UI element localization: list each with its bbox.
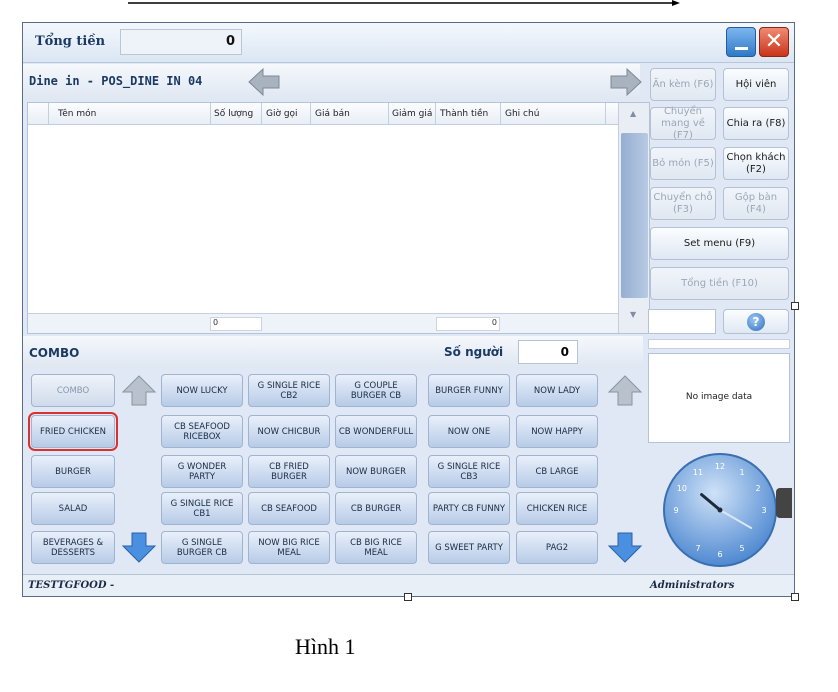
category-salad[interactable]: SALAD [31,492,115,525]
col-amount: Thành tiền [440,109,489,119]
clock-numeral: 7 [695,544,700,553]
header-bar: Tổng tiền 0 ✕ [23,23,794,63]
store-name: TESTTGFOOD - [28,580,115,591]
item-button[interactable]: NOW ONE [428,415,510,448]
item-button[interactable]: G SINGLE BURGER CB [161,531,243,564]
item-button[interactable]: BURGER FUNNY [428,374,510,407]
category-fried-chicken[interactable]: FRIED CHICKEN [28,412,118,451]
scroll-thumb[interactable] [621,133,648,298]
total-button[interactable]: Tổng tiền (F10) [650,267,789,300]
clock-numeral: 6 [717,550,722,559]
clock-numeral: 1 [739,468,744,477]
people-count-input[interactable]: 0 [518,340,578,364]
item-button[interactable]: NOW BURGER [335,455,417,488]
col-note: Ghi chú [505,109,540,119]
item-button[interactable]: CB FRIED BURGER [248,455,330,488]
grid-summary-row: 0 0 [28,313,618,333]
quick-input[interactable] [648,309,716,334]
help-icon: ? [747,313,765,331]
side-tab-handle[interactable] [776,488,792,518]
resize-handle[interactable] [791,593,799,601]
clock-numeral: 11 [693,468,703,477]
item-button[interactable]: NOW CHICBUR [248,415,330,448]
clock-numeral: 5 [739,544,744,553]
col-quantity: Số lượng [214,109,254,119]
resize-handle[interactable] [404,593,412,601]
item-button[interactable]: NOW LUCKY [161,374,243,407]
items-up-arrow-icon[interactable] [607,374,643,407]
item-button[interactable]: G SINGLE RICE CB2 [248,374,330,407]
item-button[interactable]: CB LARGE [516,455,598,488]
category-down-arrow-icon[interactable] [121,531,157,564]
combo-bar: COMBO Số người 0 [23,336,643,368]
item-image-panel: No image data [648,353,790,443]
col-discount: Giảm giá [392,109,433,119]
grid-header: Tên món Số lượng Giờ gọi Giá bán Giảm gi… [28,103,618,125]
category-beverages-desserts[interactable]: BEVERAGES & DESSERTS [31,531,115,564]
minimize-button[interactable] [726,27,756,57]
clock-numeral: 2 [756,484,761,493]
prev-arrow-icon[interactable] [247,67,281,97]
amount-total: 0 [436,317,500,331]
resize-handle[interactable] [791,302,799,310]
item-button[interactable]: CHICKEN RICE [516,492,598,525]
top-arrow-line [128,0,680,6]
item-button[interactable]: G SINGLE RICE CB3 [428,455,510,488]
item-button[interactable]: CB SEAFOOD RICEBOX [161,415,243,448]
order-grid[interactable]: Tên món Số lượng Giờ gọi Giá bán Giảm gi… [27,102,650,334]
item-button[interactable]: NOW HAPPY [516,415,598,448]
split-bill-button[interactable]: Chia ra (F8) [723,107,789,140]
clock-numeral: 10 [677,484,687,493]
order-title: Dine in - POS_DINE IN 04 [29,74,203,88]
item-button[interactable]: CB BIG RICE MEAL [335,531,417,564]
total-label: Tổng tiền [35,34,106,49]
col-order-time: Giờ gọi [266,109,298,119]
remove-item-button[interactable]: Bỏ món (F5) [650,147,716,180]
category-burger[interactable]: BURGER [31,455,115,488]
item-button[interactable]: NOW LADY [516,374,598,407]
scroll-down-icon[interactable]: ▼ [630,310,636,319]
clock-icon: 1212356791011 [663,453,777,567]
grid-scrollbar[interactable]: ▲ ▼ [618,103,649,333]
item-button[interactable]: G SWEET PARTY [428,531,510,564]
select-customer-button[interactable]: Chọn khách (F2) [723,147,789,180]
items-down-arrow-icon[interactable] [607,531,643,564]
item-button[interactable]: PAG2 [516,531,598,564]
user-role: Administrators [650,580,735,591]
people-label: Số người [444,345,504,359]
col-item-name: Tên món [58,109,97,119]
member-button[interactable]: Hội viên [723,68,789,101]
item-button[interactable]: NOW BIG RICE MEAL [248,531,330,564]
order-title-bar: Dine in - POS_DINE IN 04 [23,64,640,100]
combo-title: COMBO [29,346,80,360]
pos-window: Tổng tiền 0 ✕ Dine in - POS_DINE IN 04 T… [22,22,795,597]
scroll-up-icon[interactable]: ▲ [630,109,636,118]
extra-button[interactable]: Ăn kèm (F6) [650,68,716,101]
item-button[interactable]: G COUPLE BURGER CB [335,374,417,407]
help-button[interactable]: ? [723,309,789,334]
move-table-button[interactable]: Chuyển chỗ (F3) [650,187,716,220]
next-arrow-icon[interactable] [609,67,643,97]
clock-numeral: 9 [673,506,678,515]
close-button[interactable]: ✕ [759,27,789,57]
clock-numeral: 12 [715,462,725,471]
item-button[interactable]: CB BURGER [335,492,417,525]
image-strip [648,339,790,349]
merge-table-button[interactable]: Gộp bàn (F4) [723,187,789,220]
item-button[interactable]: G SINGLE RICE CB1 [161,492,243,525]
col-price: Giá bán [315,109,350,119]
category-up-arrow-icon[interactable] [121,374,157,407]
set-menu-button[interactable]: Set menu (F9) [650,227,789,260]
item-button[interactable]: CB WONDERFULL [335,415,417,448]
item-button[interactable]: CB SEAFOOD [248,492,330,525]
total-value: 0 [120,29,242,55]
clock-numeral: 3 [761,506,766,515]
figure-caption: Hình 1 [295,634,356,659]
move-takeaway-button[interactable]: Chuyển mang về (F7) [650,106,716,141]
item-button[interactable]: G WONDER PARTY [161,455,243,488]
item-button[interactable]: PARTY CB FUNNY [428,492,510,525]
category-combo[interactable]: COMBO [31,374,115,407]
qty-total: 0 [210,317,262,331]
